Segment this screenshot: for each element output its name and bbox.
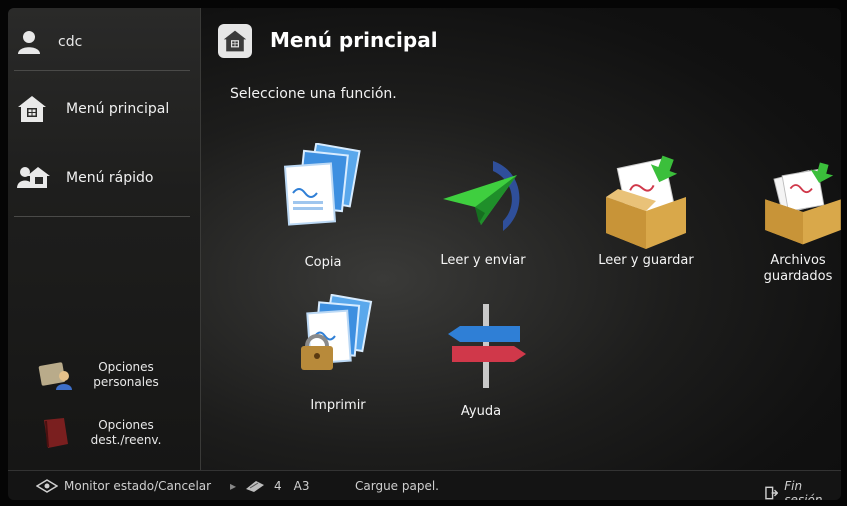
status-monitor-button[interactable]: Monitor estado/Cancelar bbox=[36, 479, 211, 493]
personal-settings-button[interactable]: Opciones personales bbox=[38, 360, 162, 390]
function-help[interactable]: Ayuda bbox=[426, 294, 546, 424]
sidebar-item-main-menu[interactable]: Menú principal bbox=[16, 94, 169, 124]
instruction-text: Seleccione una función. bbox=[230, 86, 397, 102]
function-label: Leer y enviar bbox=[440, 253, 526, 268]
function-scan-and-send[interactable]: Leer y enviar bbox=[423, 143, 543, 288]
paper-size: A3 bbox=[293, 479, 310, 493]
paper-count: 4 bbox=[274, 479, 282, 493]
sidebar-divider bbox=[14, 70, 190, 71]
logout-button[interactable]: Fin sesión bbox=[765, 479, 841, 500]
sidebar-item-label: Menú principal bbox=[66, 101, 170, 117]
sidebar-item-label: Menú rápido bbox=[66, 170, 154, 186]
paper-tray-icon bbox=[246, 481, 265, 492]
page-header: Menú principal bbox=[200, 8, 841, 78]
function-label: Imprimir bbox=[310, 398, 366, 413]
address-book-icon bbox=[44, 418, 68, 448]
function-label: Leer y guardar bbox=[598, 253, 694, 268]
status-bar: Monitor estado/Cancelar ▸ 4 A3 Cargue pa… bbox=[8, 470, 841, 500]
sidebar-item-quick-menu[interactable]: Menú rápido bbox=[16, 164, 153, 192]
personal-settings-icon bbox=[38, 362, 72, 390]
function-scan-and-store[interactable]: Leer y guardar bbox=[586, 143, 706, 288]
print-lock-icon bbox=[301, 294, 373, 370]
signpost-icon bbox=[448, 304, 526, 388]
paper-status: ▸ 4 A3 bbox=[230, 479, 310, 493]
user-icon bbox=[18, 31, 40, 54]
function-copy[interactable]: Copia bbox=[263, 143, 383, 278]
home-badge bbox=[218, 24, 252, 58]
home-icon bbox=[18, 96, 46, 122]
quick-menu-icon bbox=[17, 167, 50, 188]
home-icon bbox=[223, 30, 247, 52]
logout-label: Fin sesión bbox=[784, 479, 823, 500]
sidebar: cdc Menú principal Menú rápido Opciones … bbox=[8, 8, 201, 470]
user-name: cdc bbox=[58, 34, 83, 50]
arrow-icon: ▸ bbox=[230, 479, 237, 493]
function-label: Copia bbox=[304, 255, 342, 270]
page-title: Menú principal bbox=[270, 28, 438, 52]
function-label: Archivos guardados bbox=[763, 253, 833, 284]
sidebar-divider bbox=[14, 216, 190, 217]
user-account[interactable]: cdc bbox=[16, 22, 82, 62]
paper-plane-icon bbox=[443, 161, 520, 231]
stored-files-box-icon bbox=[765, 162, 841, 245]
status-message: Cargue papel. bbox=[355, 479, 439, 493]
touch-screen: cdc Menú principal Menú rápido Opciones … bbox=[8, 8, 841, 500]
scan-store-box-icon bbox=[606, 155, 686, 249]
status-monitor-icon bbox=[36, 479, 58, 493]
status-monitor-label: Monitor estado/Cancelar bbox=[64, 479, 212, 493]
copy-icon bbox=[283, 143, 361, 226]
function-stored-files[interactable]: Archivos guardados bbox=[748, 143, 841, 288]
address-settings-button[interactable]: Opciones dest./reenv. bbox=[38, 416, 162, 450]
function-label: Ayuda bbox=[460, 404, 502, 419]
personal-settings-label: Opciones personales bbox=[93, 360, 159, 389]
address-settings-label: Opciones dest./reenv. bbox=[90, 418, 162, 447]
function-print[interactable]: Imprimir bbox=[278, 294, 398, 424]
logout-icon bbox=[765, 486, 779, 500]
